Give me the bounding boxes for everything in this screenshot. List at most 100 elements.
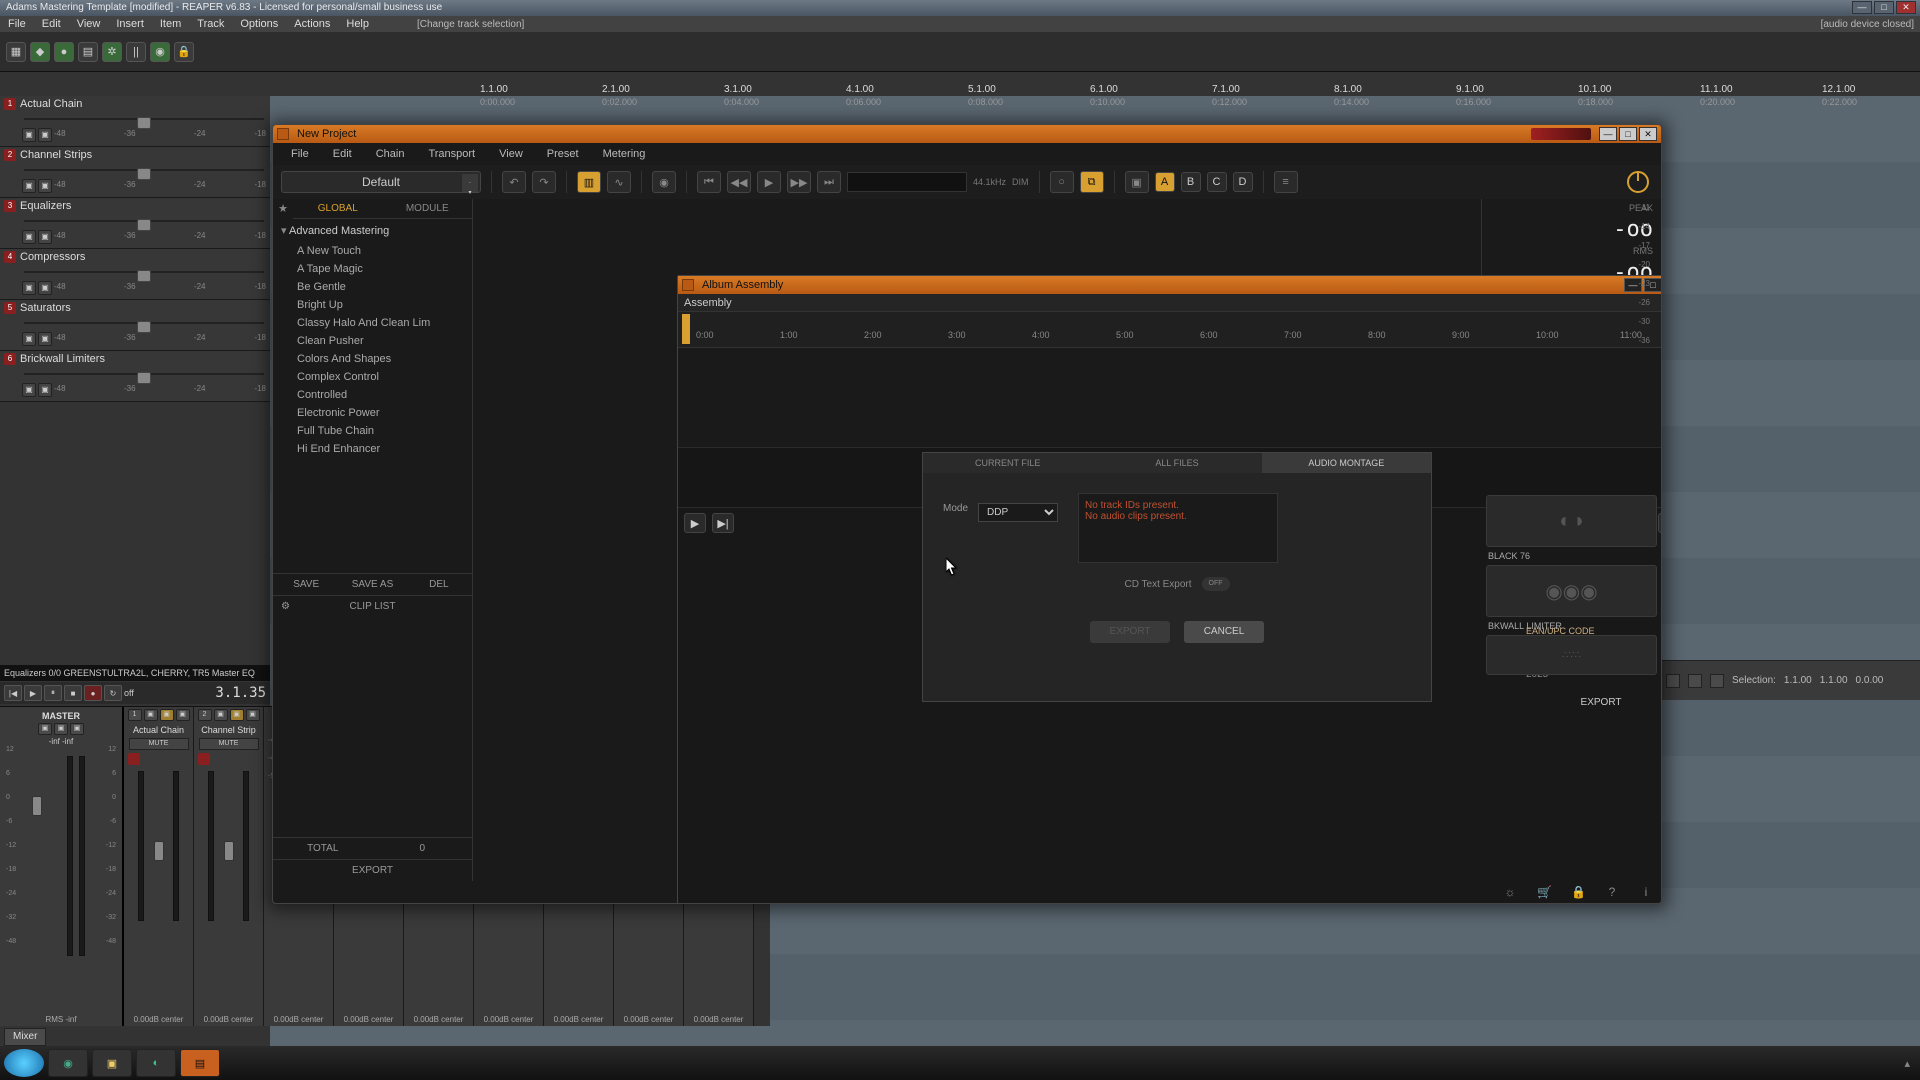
record-button[interactable]: ◉ (652, 171, 676, 193)
info-export[interactable]: EXPORT (1526, 694, 1662, 711)
assembly-track-area[interactable] (678, 348, 1662, 448)
sidebar-item[interactable]: Bright Up (273, 296, 472, 314)
transport-loop[interactable]: ↻ (104, 685, 122, 701)
toolbar-btn[interactable]: ● (54, 42, 74, 62)
taskbar-app[interactable]: ◐ (136, 1049, 176, 1077)
module-thumb[interactable]: ◉◉◉ (1486, 565, 1657, 617)
volume-fader[interactable] (137, 372, 151, 384)
cliplist-button[interactable]: ⚙ CLIP LIST (273, 595, 472, 617)
skip-end[interactable]: ⏭ (817, 171, 841, 193)
assembly-play2[interactable]: ▶| (712, 513, 734, 533)
mute-button[interactable]: ▣ (22, 230, 36, 244)
sidebar-category[interactable]: Advanced Mastering (273, 219, 472, 242)
menu-insert[interactable]: Insert (108, 18, 152, 30)
menu-item[interactable]: Item (152, 18, 189, 30)
cdtext-toggle[interactable]: OFF (1202, 577, 1230, 591)
sidebar-item[interactable]: Complex Control (273, 368, 472, 386)
transport-start[interactable]: |◀ (4, 685, 22, 701)
transport-play[interactable]: ▶ (24, 685, 42, 701)
mixer-master[interactable]: MASTER▣▣▣-inf -inf12126600-6-6-12-12-18-… (0, 707, 124, 1026)
solo-button[interactable]: ▣ (38, 383, 52, 397)
solo-button[interactable]: ▣ (38, 179, 52, 193)
chevron-up-icon[interactable]: ▴ (462, 174, 478, 183)
module-thumb[interactable]: ∴∵∴ (1486, 635, 1657, 675)
dlg-tab-current[interactable]: CURRENT FILE (923, 453, 1092, 473)
taskbar-app[interactable]: ▤ (180, 1049, 220, 1077)
plug-menu-preset[interactable]: Preset (537, 145, 589, 163)
sidebar-item[interactable]: Full Tube Chain (273, 422, 472, 440)
track-header[interactable]: 3Equalizers▣▣-48-36-24-18 (0, 198, 270, 249)
menu-track[interactable]: Track (189, 18, 232, 30)
minimize-button[interactable]: — (1852, 1, 1872, 14)
tray-up-icon[interactable]: ▴ (1904, 1057, 1910, 1070)
sel-a[interactable]: 1.1.00 (1784, 675, 1812, 686)
info-icon[interactable]: i (1639, 885, 1653, 899)
transport-stop[interactable]: ■ (64, 685, 82, 701)
list-button[interactable]: ≡ (1274, 171, 1298, 193)
menu-view[interactable]: View (69, 18, 109, 30)
power-button[interactable] (1627, 171, 1649, 193)
assembly-play[interactable]: ▶ (684, 513, 706, 533)
menu-actions[interactable]: Actions (286, 18, 338, 30)
volume-fader[interactable] (137, 321, 151, 333)
toolbar-btn[interactable]: || (126, 42, 146, 62)
mixer-channel[interactable]: 1▣▣▣Actual ChainMUTE0.00dB center (124, 707, 194, 1026)
track-header[interactable]: 6Brickwall Limiters▣▣-48-36-24-18 (0, 351, 270, 402)
plug-menu-metering[interactable]: Metering (593, 145, 656, 163)
volume-fader[interactable] (137, 117, 151, 129)
channel-fader[interactable] (154, 841, 164, 861)
volume-fader[interactable] (137, 219, 151, 231)
sidebar-item[interactable]: Electronic Power (273, 404, 472, 422)
taskbar[interactable]: ◉ ▣ ◐ ▤ ▴ (0, 1046, 1920, 1080)
mixer-tab[interactable]: Mixer (4, 1028, 46, 1046)
dlg-export-button[interactable]: EXPORT (1090, 621, 1170, 643)
save-button[interactable]: SAVE (273, 574, 339, 595)
chevron-down-icon[interactable]: ▾ (462, 183, 478, 192)
track-header[interactable]: 4Compressors▣▣-48-36-24-18 (0, 249, 270, 300)
link-button[interactable]: ⧉ (1080, 171, 1104, 193)
solo-button[interactable]: ▣ (38, 332, 52, 346)
sidebar-item[interactable]: A New Touch (273, 242, 472, 260)
wave-toggle[interactable]: ∿ (607, 171, 631, 193)
ab-b[interactable]: B (1181, 172, 1201, 192)
volume-fader[interactable] (137, 270, 151, 282)
sidebar-item[interactable]: Classy Halo And Clean Lim (273, 314, 472, 332)
delete-button[interactable]: DEL (406, 574, 472, 595)
taskbar-chrome[interactable]: ◉ (48, 1049, 88, 1077)
sel-btn[interactable] (1688, 674, 1702, 688)
timeline-ruler[interactable] (480, 84, 1920, 108)
sidebar-tab-global[interactable]: GLOBAL (293, 199, 383, 219)
plugin-minimize[interactable]: — (1599, 127, 1617, 141)
mute-button[interactable]: ▣ (22, 332, 36, 346)
redo-button[interactable]: ↷ (532, 171, 556, 193)
track-header[interactable]: 2Channel Strips▣▣-48-36-24-18 (0, 147, 270, 198)
play[interactable]: ▶ (757, 171, 781, 193)
assembly-timeline[interactable]: 0:001:002:003:004:005:006:007:008:009:00… (678, 312, 1662, 348)
track-header[interactable]: 1Actual Chain▣▣-48-36-24-18 (0, 96, 270, 147)
sidebar-item[interactable]: Colors And Shapes (273, 350, 472, 368)
toolbar-btn[interactable]: ◉ (150, 42, 170, 62)
preset-select[interactable]: Default ▴▾ (281, 171, 481, 193)
dlg-cancel-button[interactable]: CANCEL (1184, 621, 1264, 643)
plug-menu-file[interactable]: File (281, 145, 319, 163)
close-button[interactable]: ✕ (1896, 1, 1916, 14)
mute-button[interactable]: ▣ (22, 383, 36, 397)
sel-b[interactable]: 1.1.00 (1820, 675, 1848, 686)
toolbar-btn[interactable]: ✲ (102, 42, 122, 62)
track-header[interactable]: 5Saturators▣▣-48-36-24-18 (0, 300, 270, 351)
solo-button[interactable]: ▣ (38, 281, 52, 295)
menu-hint[interactable]: [Change track selection] (417, 19, 524, 30)
lock-icon[interactable]: 🔒 (1571, 885, 1585, 899)
undo-button[interactable]: ↶ (502, 171, 526, 193)
sidebar-item[interactable]: A Tape Magic (273, 260, 472, 278)
arm-button[interactable] (128, 753, 140, 765)
mute-button[interactable]: ▣ (22, 281, 36, 295)
mixer-channel[interactable]: 2▣▣▣Channel StripMUTE0.00dB center (194, 707, 264, 1026)
cart-icon[interactable]: 🛒 (1537, 885, 1551, 899)
sidebar-item[interactable]: Hi End Enhancer (273, 440, 472, 458)
plug-menu-transport[interactable]: Transport (418, 145, 485, 163)
mute-button[interactable]: ▣ (22, 179, 36, 193)
solo-button[interactable]: ▣ (38, 230, 52, 244)
ab-c[interactable]: C (1207, 172, 1227, 192)
lock-icon[interactable]: 🔒 (174, 42, 194, 62)
